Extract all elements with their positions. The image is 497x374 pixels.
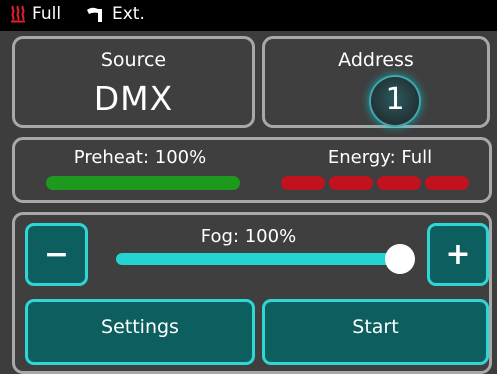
heater-icon bbox=[11, 5, 25, 23]
preheat-bar bbox=[46, 176, 240, 190]
address-value: 1 bbox=[385, 82, 405, 117]
fog-increase-button[interactable]: + bbox=[427, 223, 489, 286]
status-tile: Preheat: 100% Energy: Full bbox=[12, 137, 492, 203]
energy-segment bbox=[329, 176, 373, 190]
address-knob[interactable]: 1 bbox=[371, 77, 419, 125]
status-bar: Full Ext. bbox=[0, 0, 497, 31]
energy-segment bbox=[425, 176, 469, 190]
fog-slider-thumb[interactable] bbox=[385, 244, 415, 274]
address-label: Address bbox=[338, 49, 414, 71]
energy-segment bbox=[377, 176, 421, 190]
address-tile[interactable]: Address 1 bbox=[262, 36, 490, 128]
start-button-label: Start bbox=[352, 316, 399, 338]
fog-slider-track[interactable] bbox=[116, 253, 402, 265]
settings-button-label: Settings bbox=[101, 316, 179, 338]
fog-label: Fog: 100% bbox=[200, 226, 297, 247]
preheat-label: Preheat: 100% bbox=[73, 147, 207, 168]
pump-icon bbox=[87, 7, 102, 22]
source-value: DMX bbox=[93, 79, 174, 118]
energy-segment bbox=[281, 176, 325, 190]
settings-button[interactable]: Settings bbox=[25, 299, 255, 365]
plus-icon: + bbox=[445, 237, 471, 272]
source-tile[interactable]: Source DMX bbox=[12, 36, 255, 128]
source-label: Source bbox=[100, 49, 167, 71]
fluid-level-text: Full bbox=[32, 4, 62, 24]
energy-label: Energy: Full bbox=[327, 147, 433, 168]
start-button[interactable]: Start bbox=[262, 299, 489, 365]
mode-text: Ext. bbox=[112, 4, 145, 24]
